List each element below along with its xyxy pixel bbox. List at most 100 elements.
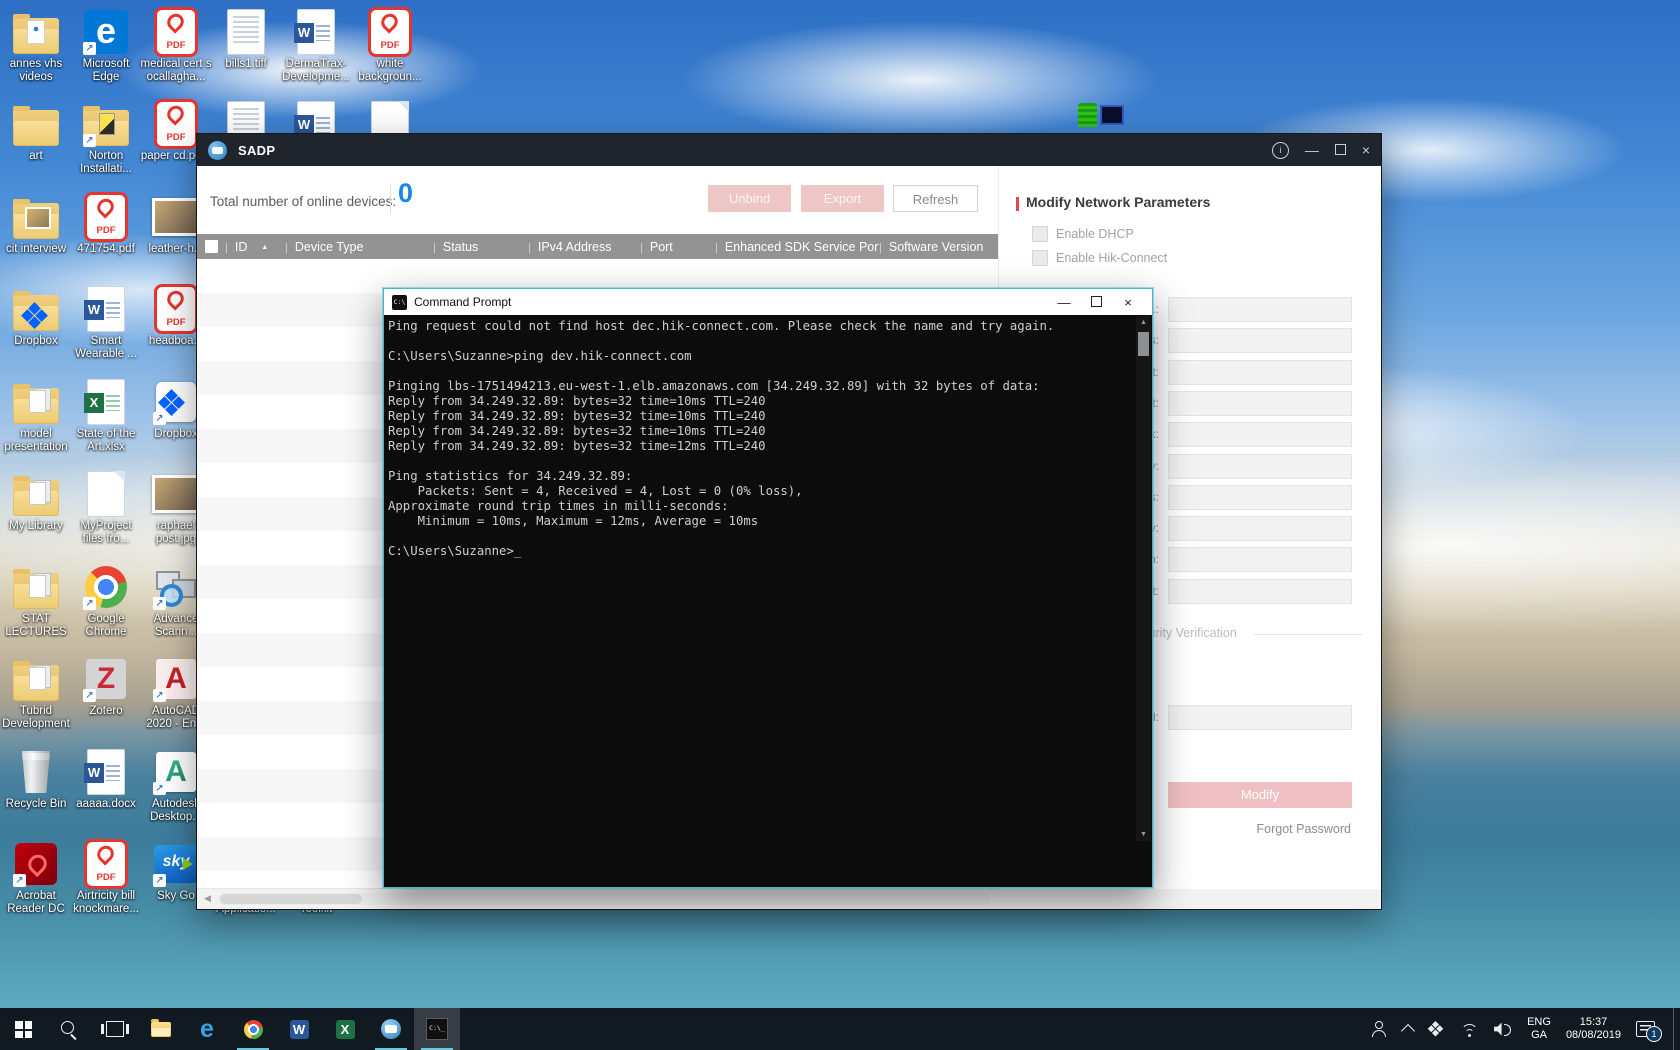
taskbar-button-excel[interactable] xyxy=(322,1008,368,1050)
excel-icon xyxy=(336,1020,355,1039)
taskbar-button-edge[interactable] xyxy=(184,1008,230,1050)
field-input-ipv6-address[interactable] xyxy=(1168,485,1352,510)
admin-password-input[interactable] xyxy=(1168,705,1352,730)
column-header-status[interactable]: Status xyxy=(433,240,528,254)
chevron-up-icon[interactable] xyxy=(1401,1023,1415,1037)
folder-glyph xyxy=(13,110,59,146)
language-indicator[interactable]: ENG GA xyxy=(1527,1016,1551,1042)
field-input-http-port[interactable] xyxy=(1168,579,1352,604)
wifi-icon[interactable] xyxy=(1460,1022,1479,1037)
desktop-icon-label: Microsoft Edge xyxy=(69,58,143,84)
shortcut-arrow-icon: ↗ xyxy=(153,689,166,702)
maximize-icon[interactable] xyxy=(1335,143,1346,158)
desktop-icon-cit-interview[interactable]: cit interview xyxy=(0,193,73,256)
desktop-icon-art[interactable]: art xyxy=(0,100,73,163)
taskbar-button-chrome[interactable] xyxy=(230,1008,276,1050)
refresh-button[interactable]: Refresh xyxy=(893,185,978,212)
desktop-icon-microsoft-edge[interactable]: ↗Microsoft Edge xyxy=(69,8,143,84)
sadp-titlebar[interactable]: SADP i — × xyxy=(197,134,1381,166)
enable-hik-connect-checkbox[interactable] xyxy=(1032,250,1048,266)
column-header-port[interactable]: Port xyxy=(640,240,715,254)
select-all-checkbox[interactable] xyxy=(205,240,218,253)
screen-glyph xyxy=(1100,105,1124,125)
column-header-device-type[interactable]: Device Type xyxy=(285,240,433,254)
desktop-icon-dermatrax-developme[interactable]: DermaTrax- Developme... xyxy=(279,8,353,84)
desktop-icon-stat-lectures[interactable]: STAT LECTURES xyxy=(0,563,73,639)
show-desktop-button[interactable] xyxy=(1673,1008,1680,1050)
field-input-port[interactable] xyxy=(1168,360,1352,385)
desktop-icon-white-backgroun[interactable]: white backgroun... xyxy=(353,8,427,84)
pdf-icon xyxy=(366,8,414,56)
people-icon[interactable] xyxy=(1371,1021,1388,1037)
access-shortcut-icon[interactable] xyxy=(1078,100,1126,130)
field-input-gateway[interactable] xyxy=(1168,454,1352,479)
field-input-ipv6-prefix-length[interactable] xyxy=(1168,547,1352,572)
desktop-icon-airtricity-bill-knockmare[interactable]: Airtricity bill knockmare... xyxy=(69,840,143,916)
desktop-icon-my-library[interactable]: My Library xyxy=(0,470,73,533)
desktop-icon-annes-vhs-videos[interactable]: annes vhs videos xyxy=(0,8,73,84)
modify-button[interactable]: Modify xyxy=(1168,782,1352,808)
export-button[interactable]: Export xyxy=(801,185,884,212)
column-header-ipv4-address[interactable]: IPv4 Address xyxy=(528,240,640,254)
volume-icon[interactable] xyxy=(1494,1022,1512,1037)
scroll-up-icon[interactable]: ▲ xyxy=(1136,319,1151,326)
field-input-subnet-mask[interactable] xyxy=(1168,422,1352,447)
scrollbar-thumb[interactable] xyxy=(220,894,362,904)
scroll-down-icon[interactable]: ▼ xyxy=(1136,831,1151,838)
dropbox-tray-icon[interactable] xyxy=(1428,1021,1445,1038)
desktop-icon-recycle-bin[interactable]: Recycle Bin xyxy=(0,748,73,811)
scrollbar-track[interactable] xyxy=(218,893,990,905)
enable-dhcp-row[interactable]: Enable DHCP xyxy=(1032,226,1134,242)
enable-hik-connect-row[interactable]: Enable Hik-Connect xyxy=(1032,250,1167,266)
minimize-icon[interactable]: — xyxy=(1305,143,1319,158)
taskbar-button-start[interactable] xyxy=(0,1008,46,1050)
field-input-ip-address[interactable] xyxy=(1168,328,1352,353)
desktop-icon-tubrid-development[interactable]: Tubrid Development xyxy=(0,655,73,731)
field-input-enhanced-sdk-service-port[interactable] xyxy=(1168,391,1352,416)
edge-icon: ↗ xyxy=(82,8,130,56)
taskbar-button-search[interactable] xyxy=(46,1008,92,1050)
column-header-enhanced-sdk-service-port[interactable]: Enhanced SDK Service Port xyxy=(715,240,879,254)
field-input-ipv6-gateway[interactable] xyxy=(1168,516,1352,541)
close-icon[interactable]: × xyxy=(1112,295,1144,310)
action-center-icon[interactable]: 1 xyxy=(1636,1021,1655,1037)
image-glyph xyxy=(152,475,200,513)
sadp-app-icon xyxy=(208,141,227,160)
scrollbar-thumb[interactable] xyxy=(1138,332,1149,356)
desktop-icon-medical-cert-s-ocallagha[interactable]: medical cert s ocallagha... xyxy=(139,8,213,84)
taskbar-button-task-view[interactable] xyxy=(92,1008,138,1050)
desktop-icon-dropbox[interactable]: Dropbox xyxy=(0,285,73,348)
taskbar-button-word[interactable] xyxy=(276,1008,322,1050)
pdf-glyph xyxy=(84,192,128,242)
info-icon[interactable]: i xyxy=(1272,142,1289,159)
desktop-icon-bills1-tiff[interactable]: bills1.tiff xyxy=(209,8,283,71)
maximize-icon[interactable] xyxy=(1080,295,1112,310)
desktop-icon-acrobat-reader-dc[interactable]: ↗Acrobat Reader DC xyxy=(0,840,73,916)
taskbar-button-sadp[interactable] xyxy=(368,1008,414,1050)
desktop-icon-google-chrome[interactable]: ↗Google Chrome xyxy=(69,563,143,639)
desktop-icon-model-presentation[interactable]: model presentation xyxy=(0,378,73,454)
cmd-titlebar[interactable]: Command Prompt — × xyxy=(384,289,1152,315)
field-input-device-serial-no[interactable] xyxy=(1168,297,1352,322)
taskbar-button-file-explorer[interactable] xyxy=(138,1008,184,1050)
column-header-software-version[interactable]: Software Version xyxy=(879,240,998,254)
unbind-button[interactable]: Unbind xyxy=(708,185,791,212)
desktop-icon-norton-installati[interactable]: ↗Norton Installati... xyxy=(69,100,143,176)
close-icon[interactable]: × xyxy=(1362,143,1370,158)
desktop-icon-myproject-files-fro[interactable]: MyProject files fro... xyxy=(69,470,143,546)
word-glyph xyxy=(297,9,335,55)
column-header-id[interactable]: ID▲ xyxy=(225,240,285,254)
taskbar-button-cmd[interactable] xyxy=(414,1008,460,1050)
desktop-icon-state-of-the-art-xlsx[interactable]: State of the Art.xlsx xyxy=(69,378,143,454)
clock[interactable]: 15:37 08/08/2019 xyxy=(1566,1016,1621,1042)
cmd-output[interactable]: Ping request could not find host dec.hik… xyxy=(388,319,1054,559)
desktop-icon-aaaaa-docx[interactable]: aaaaa.docx xyxy=(69,748,143,811)
enable-dhcp-checkbox[interactable] xyxy=(1032,226,1048,242)
forgot-password-link[interactable]: Forgot Password xyxy=(1257,822,1351,836)
sadp-window-title: SADP xyxy=(238,143,275,158)
minimize-icon[interactable]: — xyxy=(1048,295,1080,310)
desktop-icon-zotero[interactable]: ↗Zotero xyxy=(69,655,143,718)
desktop-icon-smart-wearable[interactable]: Smart Wearable ... xyxy=(69,285,143,361)
desktop-icon-471754-pdf[interactable]: 471754.pdf xyxy=(69,193,143,256)
scroll-left-icon[interactable]: ◀ xyxy=(204,893,211,904)
